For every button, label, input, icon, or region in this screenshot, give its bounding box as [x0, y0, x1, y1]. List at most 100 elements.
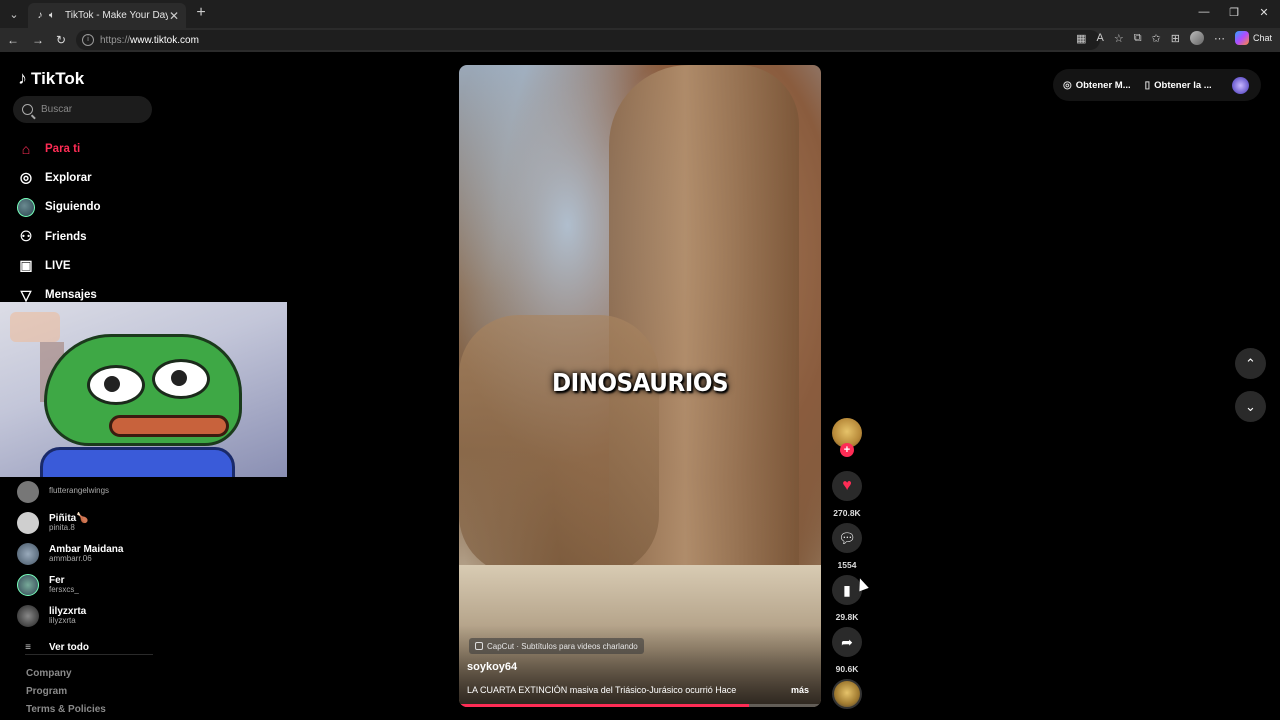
share-button[interactable]: ➦ 90.6K — [829, 627, 865, 674]
webcam-overlay — [0, 302, 287, 477]
footer-link-terms[interactable]: Terms & Policies — [26, 701, 106, 719]
copilot-icon — [1234, 31, 1249, 45]
nav-friends[interactable]: ⚇ Friends — [17, 222, 177, 251]
tiktok-logo-icon: ♪ — [18, 68, 27, 88]
tiktok-page: ♪ TikTok Buscar ⌂ Para ti ◎ Explorar Sig… — [0, 52, 1280, 720]
get-coins-label: Obtener M... — [1075, 79, 1131, 91]
comment-button[interactable]: 💬︎ 1554 — [829, 523, 865, 570]
back-icon[interactable]: ← — [6, 33, 20, 47]
user-avatar[interactable] — [1232, 77, 1249, 94]
avatar — [17, 480, 39, 503]
tab-title: TikTok - Make Your Day — [65, 10, 168, 21]
chevron-up-icon: ⌃ — [1245, 355, 1256, 371]
translate-icon[interactable]: A — [1096, 32, 1103, 44]
restore-icon[interactable]: ❐ — [1227, 6, 1241, 19]
shirt — [40, 447, 235, 477]
left-eye — [87, 365, 145, 405]
nav-label: Mensajes — [45, 289, 97, 302]
speaker-icon[interactable]: 🔈︎ — [49, 10, 61, 22]
forward-icon[interactable]: → — [31, 33, 45, 47]
see-all-link[interactable]: ≡ Ver todo — [17, 633, 187, 661]
capcut-label: CapCut · Subtítulos para videos charland… — [487, 641, 638, 651]
previous-video-button[interactable]: ⌃ — [1235, 348, 1266, 379]
list-item[interactable]: Ambar Maidana ammbarr.06 — [17, 538, 187, 569]
list-item[interactable]: Fer fersxcs_ — [17, 569, 187, 600]
mouth — [109, 415, 229, 437]
bookmark-icon: ▮ — [843, 581, 851, 598]
logo-text: TikTok — [31, 68, 85, 88]
read-mode-icon[interactable]: ▦ — [1076, 32, 1086, 45]
footer-link-program[interactable]: Program — [26, 683, 106, 701]
video-player[interactable]: DINOSAURIOS CapCut · Subtítulos para vid… — [459, 65, 821, 707]
copilot-chat-button[interactable]: Chat — [1234, 31, 1272, 45]
nav-explorar[interactable]: ◎ Explorar — [17, 163, 177, 192]
right-eye — [152, 359, 210, 399]
music-disc[interactable] — [832, 679, 862, 709]
save-count: 29.8K — [835, 612, 859, 622]
video-author[interactable]: soykoy64 — [467, 661, 517, 673]
account-username: lilyzxrta — [49, 615, 76, 625]
account-name: Piñita🍗 — [49, 512, 89, 524]
account-username: fersxcs_ — [49, 584, 79, 594]
nav-live[interactable]: ▣ LIVE — [17, 251, 177, 280]
get-app-label: Obtener la ... — [1154, 79, 1212, 91]
nav-label: Friends — [45, 230, 87, 243]
account-name: lilyzxrta — [49, 605, 87, 617]
sidebar-nav: ⌂ Para ti ◎ Explorar Siguiendo ⚇ Friends… — [17, 134, 177, 310]
nav-label: LIVE — [45, 259, 71, 272]
more-button[interactable]: más — [791, 685, 809, 695]
nav-siguiendo[interactable]: Siguiendo — [17, 193, 177, 222]
new-tab-button[interactable]: + — [192, 4, 210, 22]
refresh-icon[interactable]: ↻ — [54, 33, 68, 47]
favorites-icon[interactable]: ✩ — [1152, 32, 1161, 45]
get-app-button[interactable]: ▯ Obtener la ... — [1145, 80, 1212, 91]
browser-tab[interactable]: ♪ 🔈︎ TikTok - Make Your Day ✕ — [28, 3, 186, 28]
list-item[interactable]: Piñita🍗 pinita.8 — [17, 507, 187, 538]
close-window-icon[interactable]: ✕ — [1257, 6, 1271, 19]
see-all-label: Ver todo — [49, 641, 90, 653]
favorite-star-icon[interactable]: ☆ — [1114, 32, 1124, 45]
search-icon — [22, 104, 33, 115]
compass-icon: ◎ — [19, 169, 33, 186]
toolbar-icons: ▦ A ☆ ⧉ ✩ ⊞ ⋯ Chat — [1076, 31, 1280, 45]
address-bar: ← → ↻ i https://www.tiktok.com ▦ A ☆ ⧉ ✩… — [0, 28, 1280, 52]
minimize-icon[interactable]: — — [1197, 6, 1211, 18]
list-icon: ≡ — [25, 641, 31, 653]
video-progress-fill — [459, 704, 749, 707]
tiktok-logo[interactable]: ♪ TikTok — [18, 68, 84, 89]
coins-icon: ◎ — [1063, 79, 1072, 91]
video-progress-bar[interactable] — [459, 704, 821, 707]
list-item[interactable]: flutterangelwings — [17, 476, 187, 507]
next-video-button[interactable]: ⌄ — [1235, 391, 1266, 422]
site-info-icon[interactable]: i — [82, 34, 94, 46]
url-input[interactable]: i https://www.tiktok.com — [76, 30, 1100, 50]
footer-link-company[interactable]: Company — [26, 665, 106, 683]
like-button[interactable]: ♥ 270.8K — [829, 471, 865, 518]
extensions-icon[interactable]: ⧉ — [1134, 32, 1142, 45]
follow-plus-icon[interactable]: + — [840, 443, 854, 457]
top-right-actions: ◎ Obtener M... ▯ Obtener la ... — [1053, 69, 1261, 101]
url-host: www.tiktok.com — [130, 34, 199, 46]
capcut-tag[interactable]: CapCut · Subtítulos para videos charland… — [469, 638, 644, 654]
avatar-icon — [17, 197, 35, 217]
get-coins-button[interactable]: ◎ Obtener M... — [1063, 80, 1131, 91]
chat-label: Chat — [1252, 33, 1272, 43]
list-item[interactable]: lilyzxrta lilyzxrta — [17, 600, 187, 631]
tab-actions-menu-icon[interactable]: ⌄ — [3, 3, 25, 25]
nav-label: Explorar — [45, 171, 92, 184]
close-tab-icon[interactable]: ✕ — [168, 9, 180, 23]
browser-titlebar: ⌄ ♪ 🔈︎ TikTok - Make Your Day ✕ + — ❐ ✕ — [0, 0, 1280, 28]
collections-icon[interactable]: ⊞ — [1171, 32, 1180, 45]
friends-icon: ⚇ — [19, 228, 33, 245]
more-icon[interactable]: ⋯ — [1214, 32, 1225, 45]
avatar — [17, 573, 39, 596]
nav-para-ti[interactable]: ⌂ Para ti — [17, 134, 177, 163]
nav-label: Para ti — [45, 142, 81, 155]
divider — [25, 654, 153, 655]
footer-links: Company Program Terms & Policies — [26, 665, 106, 719]
comment-icon: 💬︎ — [838, 529, 856, 546]
account-username: flutterangelwings — [49, 486, 110, 496]
search-input[interactable]: Buscar — [13, 96, 152, 123]
profile-icon[interactable] — [1189, 31, 1204, 45]
nav-label: Siguiendo — [45, 201, 101, 214]
